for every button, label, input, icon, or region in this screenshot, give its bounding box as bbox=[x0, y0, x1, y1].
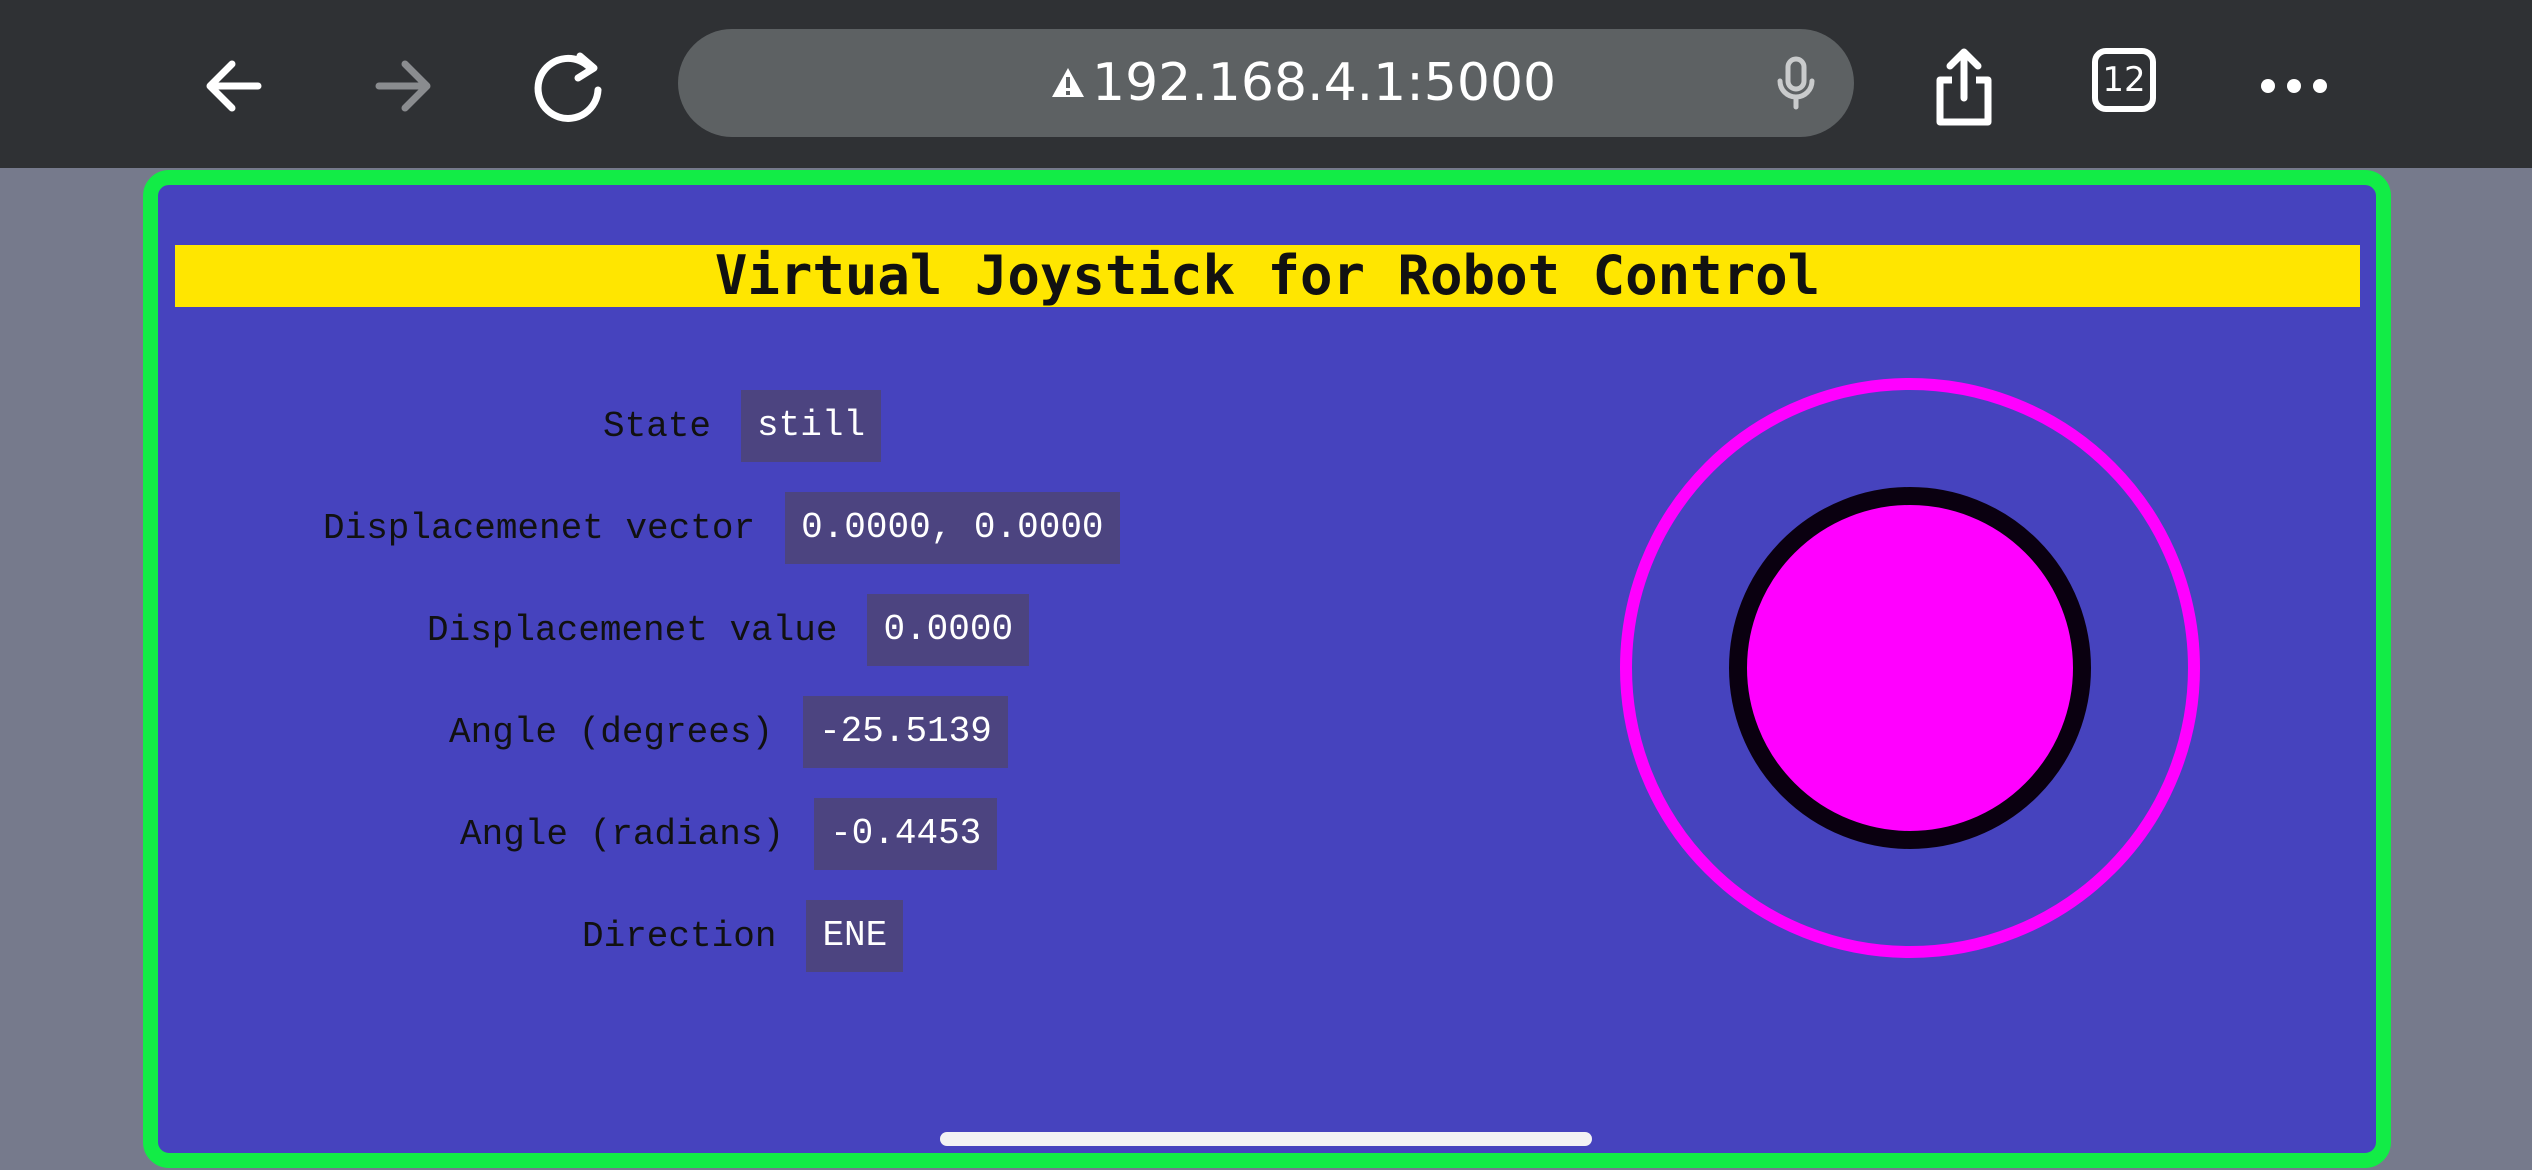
warning-icon bbox=[1050, 65, 1086, 101]
forward-icon[interactable] bbox=[353, 38, 449, 134]
displacement-vector-label: Displacemenet vector bbox=[323, 507, 756, 549]
virtual-joystick[interactable] bbox=[1615, 373, 2205, 963]
back-icon[interactable] bbox=[188, 38, 284, 134]
state-value: still bbox=[741, 390, 882, 462]
url-text: 192.168.4.1:5000 bbox=[1092, 53, 1557, 113]
displacement-vector-row: Displacemenet vector 0.0000, 0.0000 bbox=[323, 492, 1120, 564]
displacement-value-value: 0.0000 bbox=[867, 594, 1030, 666]
angle-radians-row: Angle (radians) -0.4453 bbox=[460, 798, 998, 870]
angle-degrees-label: Angle (degrees) bbox=[449, 711, 774, 753]
browser-toolbar: 192.168.4.1:5000 12 bbox=[0, 0, 2532, 168]
direction-label: Direction bbox=[582, 915, 777, 957]
joystick-knob[interactable] bbox=[1729, 487, 2091, 849]
angle-radians-value: -0.4453 bbox=[814, 798, 998, 870]
angle-radians-label: Angle (radians) bbox=[460, 813, 785, 855]
displacement-value-label: Displacemenet value bbox=[427, 609, 838, 651]
page-frame: Virtual Joystick for Robot Control State… bbox=[143, 170, 2391, 1168]
page-title: Virtual Joystick for Robot Control bbox=[175, 245, 2360, 307]
share-icon[interactable] bbox=[1916, 38, 2012, 134]
displacement-value-row: Displacemenet value 0.0000 bbox=[427, 594, 1030, 666]
more-icon[interactable] bbox=[2246, 38, 2342, 134]
angle-degrees-value: -25.5139 bbox=[803, 696, 1008, 768]
microphone-icon[interactable] bbox=[1766, 53, 1826, 113]
state-row: State still bbox=[603, 390, 882, 462]
displacement-vector-value: 0.0000, 0.0000 bbox=[785, 492, 1120, 564]
direction-value: ENE bbox=[806, 900, 904, 972]
state-label: State bbox=[603, 405, 712, 447]
direction-row: Direction ENE bbox=[582, 900, 904, 972]
reload-icon[interactable] bbox=[520, 38, 616, 134]
tabs-icon[interactable]: 12 bbox=[2092, 48, 2156, 112]
home-indicator bbox=[940, 1132, 1592, 1146]
address-bar[interactable]: 192.168.4.1:5000 bbox=[678, 29, 1854, 137]
angle-degrees-row: Angle (degrees) -25.5139 bbox=[449, 696, 1008, 768]
